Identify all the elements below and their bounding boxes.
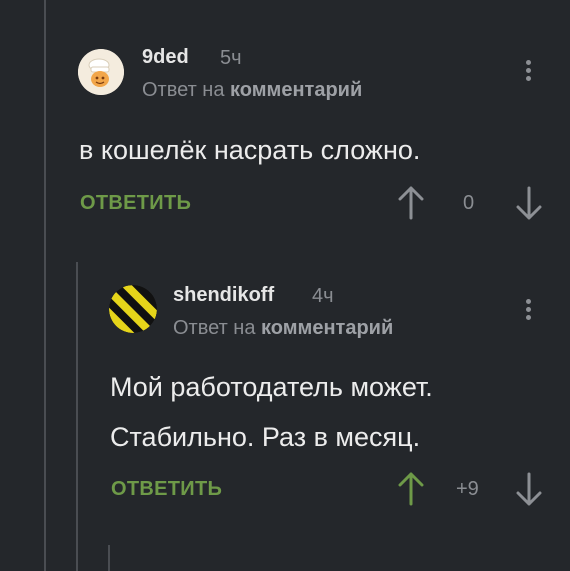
timestamp: 5ч bbox=[220, 47, 242, 69]
reply-to-prefix: Ответ на bbox=[142, 79, 225, 101]
reply-to-link[interactable]: комментарий bbox=[261, 317, 393, 339]
avatar[interactable] bbox=[109, 285, 157, 333]
arrow-down-icon[interactable] bbox=[515, 186, 543, 220]
reply-button[interactable]: ОТВЕТИТЬ bbox=[80, 192, 191, 215]
vote-score: +9 bbox=[456, 478, 479, 500]
thread-line-level1 bbox=[44, 0, 46, 571]
reply-button[interactable]: ОТВЕТИТЬ bbox=[111, 478, 222, 501]
more-vertical-icon[interactable] bbox=[524, 57, 532, 84]
reply-to-prefix: Ответ на bbox=[173, 317, 256, 339]
thread-line-level2 bbox=[76, 262, 78, 571]
reply-to-link[interactable]: комментарий bbox=[230, 79, 362, 101]
comment-text-line: Мой работодатель может. bbox=[110, 372, 433, 402]
reply-to-line: Ответ на комментарий bbox=[173, 317, 393, 340]
avatar[interactable] bbox=[78, 49, 124, 95]
comment-text-line: Стабильно. Раз в месяц. bbox=[110, 422, 421, 452]
arrow-up-icon[interactable] bbox=[397, 472, 425, 506]
username[interactable]: shendikoff bbox=[173, 284, 274, 307]
timestamp: 4ч bbox=[312, 285, 334, 307]
thread-line-level3 bbox=[108, 545, 110, 571]
vote-score: 0 bbox=[463, 192, 475, 214]
avatar-icon bbox=[109, 285, 157, 333]
reply-to-line: Ответ на комментарий bbox=[142, 79, 362, 102]
arrow-down-icon[interactable] bbox=[515, 472, 543, 506]
username[interactable]: 9ded bbox=[142, 46, 189, 69]
more-vertical-icon[interactable] bbox=[524, 296, 532, 323]
arrow-up-icon[interactable] bbox=[397, 186, 425, 220]
avatar-icon bbox=[78, 49, 124, 95]
comment-text: в кошелёк насрать сложно. bbox=[79, 135, 421, 165]
